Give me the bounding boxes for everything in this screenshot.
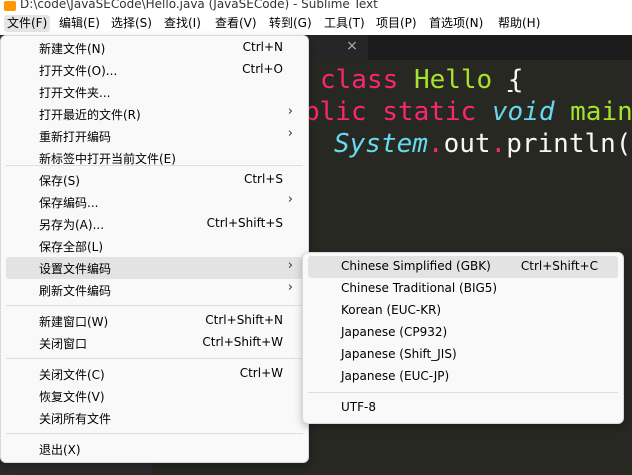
menu-item-new-file[interactable]: 新建文件(N) Ctrl+N <box>6 37 303 59</box>
brace-token: { <box>507 65 524 95</box>
encoding-item-euc-kr[interactable]: Korean (EUC-KR) <box>308 300 618 322</box>
chevron-right-icon: › <box>287 126 293 141</box>
menu-item-refresh-encoding[interactable]: 刷新文件编码 › <box>6 279 303 301</box>
encoding-item-big5[interactable]: Chinese Traditional (BIG5) <box>308 278 618 300</box>
menu-separator <box>6 165 303 166</box>
chevron-right-icon: › <box>287 280 293 295</box>
menu-file[interactable]: 文件(F) <box>4 15 51 32</box>
class-name-token: Hello <box>413 65 493 95</box>
dot-token: . <box>427 129 444 159</box>
code-line-2: blic static void main( <box>304 97 632 127</box>
function-token: main <box>570 97 632 127</box>
menu-item-close-file[interactable]: 关闭文件(C) Ctrl+W <box>6 363 303 385</box>
encoding-item-shift-jis[interactable]: Japanese (Shift_JIS) <box>308 344 618 366</box>
type-token: void <box>491 97 555 127</box>
keyword-token: class <box>320 65 399 95</box>
menu-separator <box>6 433 303 434</box>
paren-token: (" <box>615 129 632 159</box>
menu-item-exit[interactable]: 退出(X) <box>6 438 303 460</box>
menu-item-reopen-with-encoding[interactable]: 重新打开编码 › <box>6 125 303 147</box>
menu-item-open-recent[interactable]: 打开最近的文件(R) › <box>6 103 303 125</box>
menu-separator <box>308 392 618 393</box>
type-token: System <box>334 129 428 159</box>
file-menu: 新建文件(N) Ctrl+N 打开文件(O)... Ctrl+O 打开文件夹..… <box>0 35 309 463</box>
menu-item-save-as[interactable]: 另存为(A)... Ctrl+Shift+S <box>6 213 303 235</box>
menu-item-save-with-encoding[interactable]: 保存编码... › <box>6 191 303 213</box>
menu-edit[interactable]: 编辑(E) <box>56 15 103 32</box>
encoding-item-gbk[interactable]: Chinese Simplified (GBK) Ctrl+Shift+C <box>308 256 618 278</box>
field-token: out <box>443 129 491 159</box>
menu-help[interactable]: 帮助(H) <box>495 15 543 32</box>
keyword-token: static <box>382 97 477 127</box>
menu-item-revert-file[interactable]: 恢复文件(V) <box>6 385 303 407</box>
dot-token: . <box>490 129 507 159</box>
chevron-right-icon: › <box>287 104 293 119</box>
method-token: println <box>506 129 616 159</box>
menu-separator <box>6 358 303 359</box>
menu-separator <box>6 305 303 306</box>
menu-item-new-window[interactable]: 新建窗口(W) Ctrl+Shift+N <box>6 310 303 332</box>
sublime-app-icon <box>4 1 16 11</box>
close-icon[interactable]: × <box>346 38 358 54</box>
menu-item-close-all-files[interactable]: 关闭所有文件 <box>6 407 303 429</box>
code-line-3: System.out.println(" <box>334 129 632 159</box>
menu-find[interactable]: 查找(I) <box>161 15 204 32</box>
encoding-submenu: Chinese Simplified (GBK) Ctrl+Shift+C Ch… <box>302 252 624 424</box>
menu-item-open-file[interactable]: 打开文件(O)... Ctrl+O <box>6 59 303 81</box>
window-title: D:\code\JavaSECode\Hello.java (JavaSECod… <box>20 0 378 11</box>
chevron-right-icon: › <box>287 192 293 207</box>
menu-item-close-window[interactable]: 关闭窗口 Ctrl+Shift+W <box>6 332 303 354</box>
menu-tools[interactable]: 工具(T) <box>321 15 368 32</box>
keyword-token: blic <box>304 97 367 127</box>
title-bar: D:\code\JavaSECode\Hello.java (JavaSECod… <box>0 0 632 12</box>
encoding-item-utf-8[interactable]: UTF-8 <box>308 397 618 419</box>
menu-bar: 文件(F) 编辑(E) 选择(S) 查找(I) 查看(V) 转到(G) 工具(T… <box>0 12 632 35</box>
chevron-right-icon: › <box>287 258 293 273</box>
code-line-1: class Hello { <box>320 65 524 95</box>
menu-goto[interactable]: 转到(G) <box>266 15 315 32</box>
menu-item-save-all[interactable]: 保存全部(L) <box>6 235 303 257</box>
encoding-item-euc-jp[interactable]: Japanese (EUC-JP) <box>308 366 618 388</box>
menu-preferences[interactable]: 首选项(N) <box>426 15 486 32</box>
encoding-item-cp932[interactable]: Japanese (CP932) <box>308 322 618 344</box>
menu-view[interactable]: 查看(V) <box>212 15 260 32</box>
menu-selection[interactable]: 选择(S) <box>108 15 155 32</box>
menu-item-open-folder[interactable]: 打开文件夹... <box>6 81 303 103</box>
menu-project[interactable]: 项目(P) <box>373 15 420 32</box>
menu-item-save[interactable]: 保存(S) Ctrl+S <box>6 169 303 191</box>
menu-item-set-file-encoding[interactable]: 设置文件编码 › <box>6 257 303 279</box>
